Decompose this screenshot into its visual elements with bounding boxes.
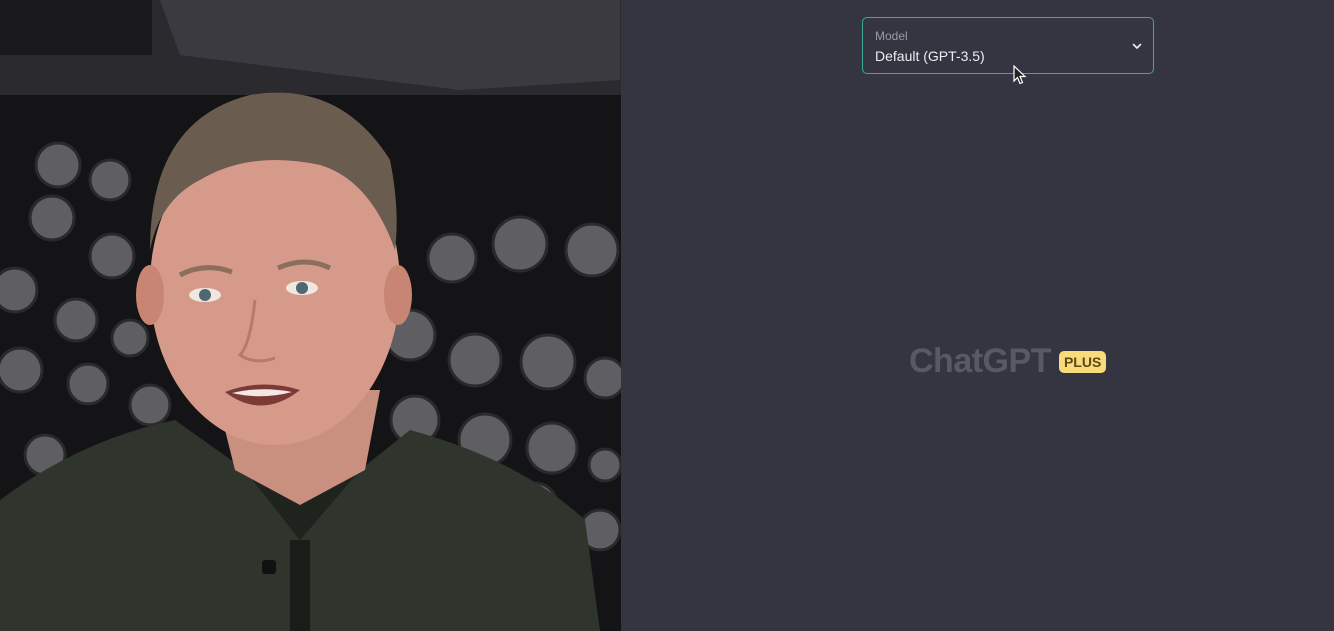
model-selector[interactable]: Model Default (GPT-3.5) (862, 17, 1154, 74)
webcam-video (0, 0, 621, 631)
chevron-down-icon[interactable] (1131, 40, 1143, 52)
plus-badge: PLUS (1058, 350, 1107, 373)
presenter-video-frame (0, 0, 621, 631)
chatgpt-new-chat-panel: Model Default (GPT-3.5) ChatGPT PLUS (621, 0, 1334, 631)
model-selector-label: Model (875, 29, 908, 43)
model-selector-value: Default (GPT-3.5) (875, 48, 985, 64)
brand-heading: ChatGPT PLUS (909, 342, 1107, 381)
brand-name: ChatGPT (909, 342, 1051, 380)
